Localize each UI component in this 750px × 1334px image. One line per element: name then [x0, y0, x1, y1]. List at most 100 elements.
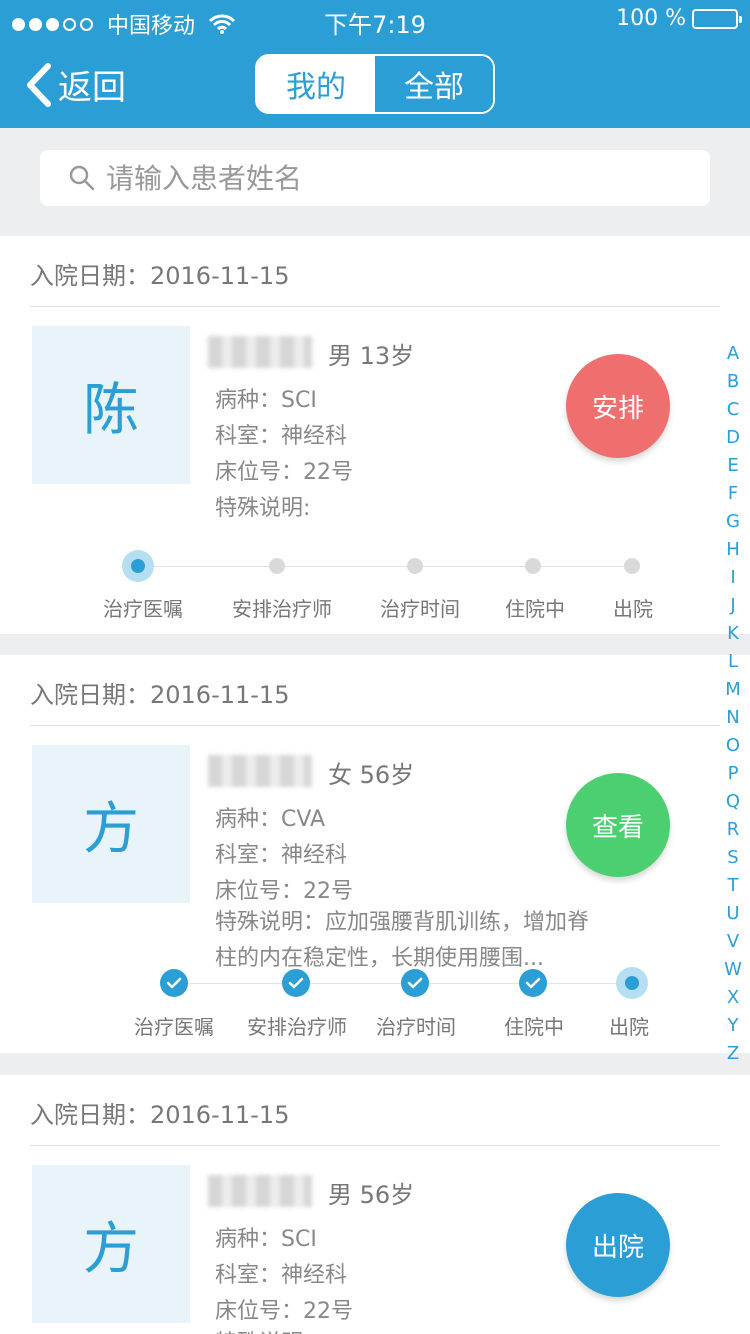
segmented-control: 我的 全部	[255, 54, 495, 114]
department: 科室：神经科	[215, 1263, 348, 1288]
gender-age: 女 56岁	[328, 761, 415, 789]
admission-date: 入院日期：2016-11-15	[30, 1101, 290, 1129]
step-node	[624, 558, 640, 574]
step-node	[160, 969, 188, 997]
back-label: 返回	[58, 68, 126, 108]
special-note: 特殊说明:	[215, 496, 311, 521]
alphabet-letter[interactable]: T	[728, 872, 739, 900]
check-icon	[166, 977, 182, 989]
alphabet-letter[interactable]: H	[726, 536, 740, 564]
search-input[interactable]	[106, 161, 666, 195]
battery-icon	[692, 8, 742, 29]
arrange-button[interactable]: 安排	[566, 354, 670, 458]
alphabet-letter[interactable]: W	[724, 956, 742, 984]
divider	[30, 1145, 720, 1146]
patient-name-redacted	[208, 336, 312, 368]
step-node	[407, 558, 423, 574]
alphabet-letter[interactable]: F	[728, 480, 738, 508]
patient-name-redacted	[208, 1175, 312, 1207]
patient-card[interactable]: 入院日期：2016-11-15 方 男 56岁 病种：SCI 科室：神经科 床位…	[0, 1075, 750, 1334]
avatar: 方	[32, 1165, 190, 1323]
avatar: 陈	[32, 326, 190, 484]
step-label: 安排治疗师	[247, 1015, 347, 1039]
alphabet-letter[interactable]: A	[727, 340, 739, 368]
back-button[interactable]: 返回	[22, 60, 126, 109]
alphabet-letter[interactable]: P	[728, 760, 739, 788]
alphabet-letter[interactable]: O	[726, 732, 740, 760]
check-icon	[407, 977, 423, 989]
step-label: 治疗医嘱	[134, 1015, 214, 1039]
alphabet-letter[interactable]: X	[727, 984, 739, 1012]
step-node	[525, 558, 541, 574]
alphabet-letter[interactable]: J	[730, 592, 735, 620]
search-bar-area	[0, 128, 750, 236]
battery-percent: 100 %	[616, 6, 686, 31]
search-box[interactable]	[40, 150, 710, 206]
search-icon	[69, 165, 95, 191]
alphabet-letter[interactable]: M	[725, 676, 741, 704]
disease-type: 病种：SCI	[215, 1227, 317, 1252]
alphabet-letter[interactable]: E	[727, 452, 738, 480]
avatar: 方	[32, 745, 190, 903]
alphabet-letter[interactable]: Q	[726, 788, 740, 816]
step-label: 治疗医嘱	[103, 597, 183, 621]
step-label: 治疗时间	[376, 1015, 456, 1039]
admission-date: 入院日期：2016-11-15	[30, 262, 290, 290]
status-bar: 中国移动 下午7:19 100 %	[0, 0, 750, 40]
alphabet-letter[interactable]: C	[727, 396, 740, 424]
alphabet-letter[interactable]: I	[730, 564, 735, 592]
gender-age: 男 56岁	[328, 1181, 415, 1209]
view-button[interactable]: 查看	[566, 773, 670, 877]
department: 科室：神经科	[215, 424, 348, 449]
alphabet-letter[interactable]: R	[727, 816, 740, 844]
tab-all[interactable]: 全部	[375, 56, 493, 112]
gender-age: 男 13岁	[328, 342, 415, 370]
step-node	[401, 969, 429, 997]
alphabet-letter[interactable]: B	[727, 368, 739, 396]
bed-number: 床位号：22号	[215, 460, 353, 485]
disease-type: 病种：CVA	[215, 807, 326, 832]
alphabet-letter[interactable]: K	[727, 620, 739, 648]
alphabet-letter[interactable]: G	[726, 508, 740, 536]
alphabet-letter[interactable]: L	[728, 648, 738, 676]
bed-number: 床位号：22号	[215, 1299, 353, 1324]
alphabet-letter[interactable]: D	[726, 424, 740, 452]
special-note: 特殊说明：应加强腰背肌训练，增加脊柱的内在稳定性，长期使用腰围...	[215, 910, 590, 971]
patient-name-redacted	[208, 755, 312, 787]
special-note: 特殊说明	[215, 1325, 303, 1334]
battery-indicator: 100 %	[616, 6, 742, 31]
alphabet-letter[interactable]: S	[727, 844, 738, 872]
step-node	[282, 969, 310, 997]
step-node	[269, 558, 285, 574]
chevron-left-icon	[27, 62, 51, 107]
alphabet-letter[interactable]: Y	[728, 1012, 739, 1040]
progress-track	[138, 566, 632, 567]
alphabet-letter[interactable]: V	[727, 928, 739, 956]
patient-card[interactable]: 入院日期：2016-11-15 陈 男 13岁 病种：SCI 科室：神经科 床位…	[0, 236, 750, 634]
divider	[30, 725, 720, 726]
step-node	[519, 969, 547, 997]
discharge-button[interactable]: 出院	[566, 1193, 670, 1297]
patient-card[interactable]: 入院日期：2016-11-15 方 女 56岁 病种：CVA 科室：神经科 床位…	[0, 655, 750, 1053]
alphabet-letter[interactable]: N	[726, 704, 739, 732]
step-label: 出院	[609, 1015, 649, 1039]
step-node	[122, 550, 154, 582]
step-node	[616, 967, 648, 999]
disease-type: 病种：SCI	[215, 388, 317, 413]
step-label: 住院中	[505, 597, 565, 621]
bed-number: 床位号：22号	[215, 879, 353, 904]
tab-mine[interactable]: 我的	[257, 56, 375, 112]
divider	[30, 306, 720, 307]
check-icon	[525, 977, 541, 989]
admission-date: 入院日期：2016-11-15	[30, 681, 290, 709]
check-icon	[288, 977, 304, 989]
step-label: 出院	[613, 597, 653, 621]
step-label: 住院中	[504, 1015, 564, 1039]
step-label: 安排治疗师	[232, 597, 332, 621]
alphabet-letter[interactable]: U	[726, 900, 739, 928]
alphabet-index[interactable]: ABCDEFGHIJKLMNOPQRSTUVWXYZ	[722, 340, 744, 1068]
alphabet-letter[interactable]: Z	[727, 1040, 739, 1068]
header: 中国移动 下午7:19 100 % 返回 我的 全部	[0, 0, 750, 128]
step-label: 治疗时间	[380, 597, 460, 621]
department: 科室：神经科	[215, 843, 348, 868]
